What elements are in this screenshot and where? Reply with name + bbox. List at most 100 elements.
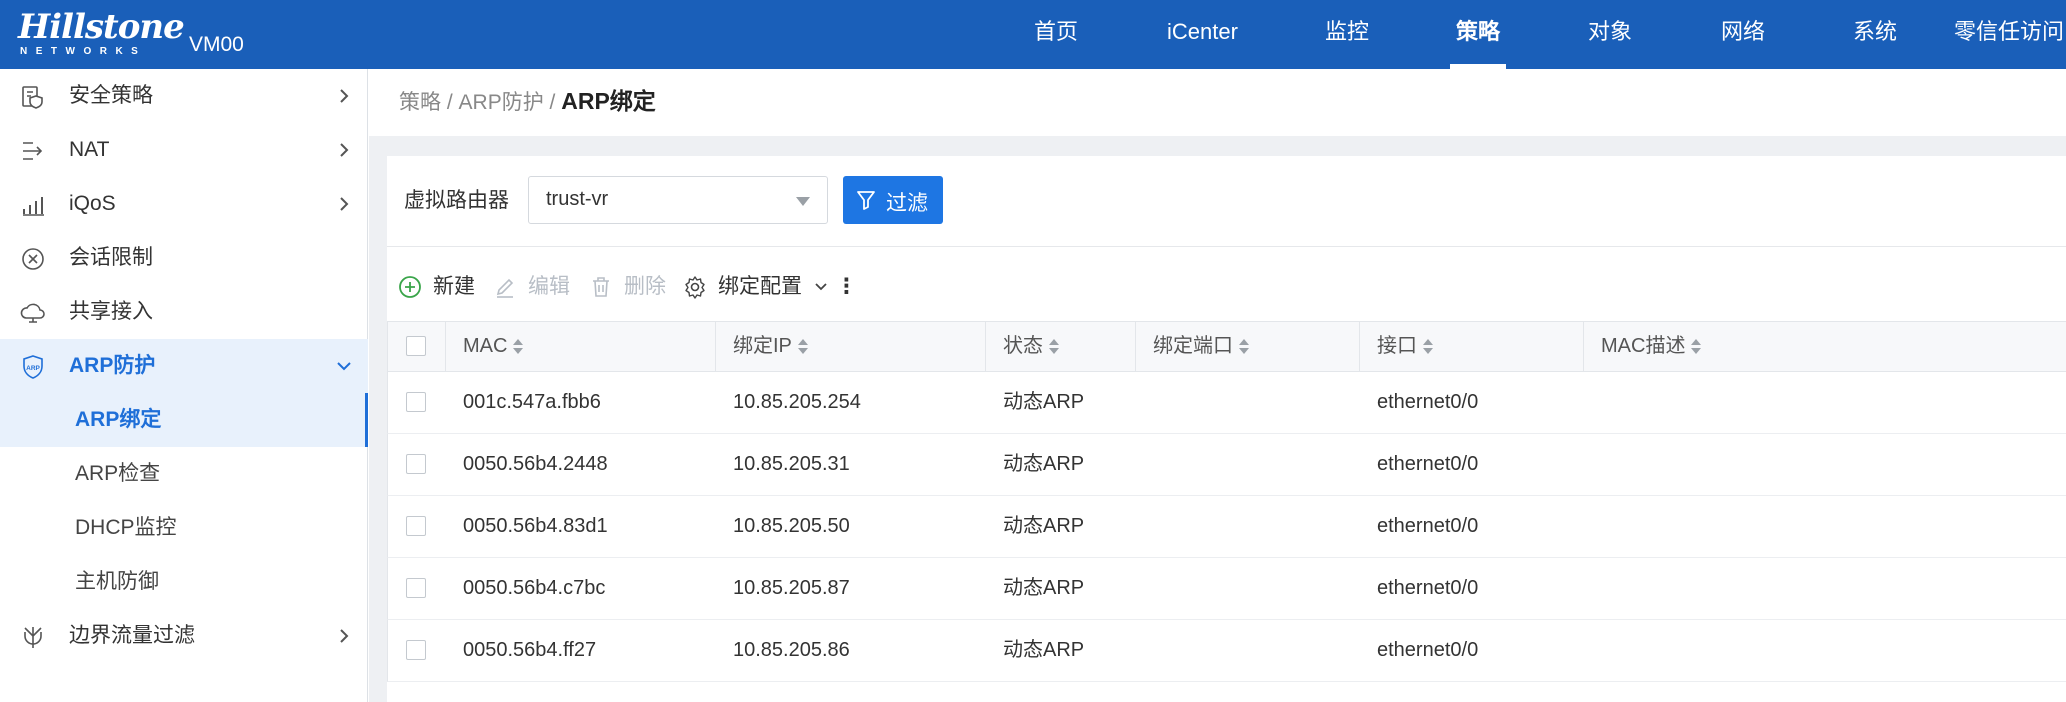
sidebar-sub-dhcp-monitor[interactable]: DHCP监控 xyxy=(0,501,368,555)
cell-status: 动态ARP xyxy=(1003,639,1085,661)
delete-button-label: 删除 xyxy=(624,275,666,298)
binding-config-dropdown[interactable]: 绑定配置 xyxy=(683,269,833,305)
sidebar-item-session-limit[interactable]: 会话限制 xyxy=(0,231,368,285)
edit-icon xyxy=(496,278,514,298)
sidebar-item-shared-access[interactable]: 共享接入 xyxy=(0,285,368,339)
delete-button[interactable]: 删除 xyxy=(589,269,669,305)
cell-interface: ethernet0/0 xyxy=(1377,391,1479,413)
cell-bound-ip: 10.85.205.50 xyxy=(733,515,850,537)
table-row[interactable]: 0050.56b4.c7bc 10.85.205.87 动态ARP ethern… xyxy=(387,558,2066,620)
new-button-label: 新建 xyxy=(433,275,475,298)
sidebar-sub-label: ARP绑定 xyxy=(75,408,162,431)
filter-button-label: 过滤 xyxy=(886,192,928,215)
row-checkbox[interactable] xyxy=(406,516,426,536)
chevron-right-icon xyxy=(340,143,349,157)
virtual-router-select[interactable]: trust-vr xyxy=(528,176,828,224)
row-checkbox[interactable] xyxy=(406,640,426,660)
table-row[interactable]: 001c.547a.fbb6 10.85.205.254 动态ARP ether… xyxy=(387,372,2066,434)
sidebar-item-label: 安全策略 xyxy=(69,84,153,107)
sidebar-item-arp-protection[interactable]: ARP ARP防护 xyxy=(0,339,368,393)
nav-network[interactable]: 网络 xyxy=(1721,0,1765,69)
security-policy-icon xyxy=(22,86,43,109)
column-header-label: 绑定端口 xyxy=(1153,335,1233,357)
cell-status: 动态ARP xyxy=(1003,515,1085,537)
gear-icon xyxy=(685,276,705,299)
column-header-mac[interactable]: MAC xyxy=(446,322,716,371)
column-header-bound-port[interactable]: 绑定端口 xyxy=(1136,322,1360,371)
cell-status: 动态ARP xyxy=(1003,453,1085,475)
nav-system[interactable]: 系统 xyxy=(1853,0,1897,69)
row-checkbox[interactable] xyxy=(406,454,426,474)
nav-home[interactable]: 首页 xyxy=(1034,0,1078,69)
cell-bound-ip: 10.85.205.86 xyxy=(733,639,850,661)
sort-icon xyxy=(797,338,808,356)
divider xyxy=(387,246,2066,247)
breadcrumb-bar: 策略 / ARP防护 / ARP绑定 xyxy=(369,69,2066,136)
nav-icenter[interactable]: iCenter xyxy=(1167,0,1238,69)
column-header-bound-ip[interactable]: 绑定IP xyxy=(716,322,986,371)
breadcrumb-policy[interactable]: 策略 xyxy=(399,91,441,114)
top-bar: Hillstone NETWORKS VM00 首页 iCenter 监控 策略… xyxy=(0,0,2066,69)
shared-access-icon xyxy=(20,303,45,323)
chevron-down-icon xyxy=(815,283,827,291)
sidebar-item-iqos[interactable]: iQoS xyxy=(0,177,368,231)
breadcrumb-arp-protection[interactable]: ARP防护 xyxy=(459,91,544,114)
trash-icon xyxy=(593,277,609,297)
table-header: MAC 绑定IP 状态 绑定端口 接口 MAC描述 xyxy=(387,321,2066,372)
nat-icon xyxy=(23,142,43,160)
content-panel: 虚拟路由器 trust-vr 过滤 新建 编辑 删除 绑定配置 ⋮ MAC 绑定… xyxy=(387,156,2066,702)
sort-icon xyxy=(1691,338,1702,356)
edit-button[interactable]: 编辑 xyxy=(493,269,573,305)
nav-object[interactable]: 对象 xyxy=(1588,0,1632,69)
sidebar-sub-arp-binding[interactable]: ARP绑定 xyxy=(0,393,368,447)
column-header-label: MAC xyxy=(463,335,508,357)
column-header-status[interactable]: 状态 xyxy=(986,322,1136,371)
column-header-label: 绑定IP xyxy=(733,335,792,357)
sidebar-item-security-policy[interactable]: 安全策略 xyxy=(0,69,368,123)
cell-interface: ethernet0/0 xyxy=(1377,639,1479,661)
sidebar-sub-host-defense[interactable]: 主机防御 xyxy=(0,555,368,609)
sidebar-item-nat[interactable]: NAT xyxy=(0,123,368,177)
brand-logo[interactable]: Hillstone NETWORKS xyxy=(18,10,185,57)
nav-monitor[interactable]: 监控 xyxy=(1325,0,1369,69)
row-checkbox[interactable] xyxy=(406,392,426,412)
logo-wordmark: Hillstone xyxy=(18,7,185,47)
cell-mac: 001c.547a.fbb6 xyxy=(463,391,601,413)
sort-icon xyxy=(1049,338,1059,356)
column-header-mac-description[interactable]: MAC描述 xyxy=(1584,322,2066,371)
sidebar-sub-arp-check[interactable]: ARP检查 xyxy=(0,447,368,501)
sidebar-item-label: 会话限制 xyxy=(69,246,153,269)
chevron-right-icon xyxy=(340,89,349,103)
select-all-checkbox[interactable] xyxy=(406,336,426,356)
sidebar-item-label: iQoS xyxy=(69,192,116,215)
sidebar-item-label: 边界流量过滤 xyxy=(69,624,195,647)
row-checkbox[interactable] xyxy=(406,578,426,598)
header-select-cell xyxy=(388,322,446,371)
sort-icon xyxy=(1239,338,1249,356)
add-circle-icon xyxy=(399,276,421,298)
main-area: 策略 / ARP防护 / ARP绑定 虚拟路由器 trust-vr 过滤 新建 … xyxy=(369,69,2066,702)
column-header-interface[interactable]: 接口 xyxy=(1360,322,1584,371)
nav-policy[interactable]: 策略 xyxy=(1456,0,1500,69)
arp-shield-icon: ARP xyxy=(23,355,43,379)
dropdown-arrow-icon xyxy=(796,197,810,206)
filter-button[interactable]: 过滤 xyxy=(843,176,943,224)
cell-status: 动态ARP xyxy=(1003,577,1085,599)
cell-mac: 0050.56b4.ff27 xyxy=(463,639,597,661)
table-row[interactable]: 0050.56b4.83d1 10.85.205.50 动态ARP ethern… xyxy=(387,496,2066,558)
more-options-button[interactable]: ⋮ xyxy=(836,269,857,305)
chevron-right-icon xyxy=(340,197,349,211)
new-button[interactable]: 新建 xyxy=(398,269,478,305)
cell-bound-ip: 10.85.205.87 xyxy=(733,577,850,599)
sidebar-item-label: ARP防护 xyxy=(69,354,156,377)
sidebar-item-border-traffic-filter[interactable]: 边界流量过滤 xyxy=(0,609,368,663)
sidebar-item-label: NAT xyxy=(69,138,110,161)
table-row[interactable]: 0050.56b4.2448 10.85.205.31 动态ARP ethern… xyxy=(387,434,2066,496)
sort-icon xyxy=(1423,338,1433,356)
sidebar-sub-label: DHCP监控 xyxy=(75,516,177,539)
nav-zero-trust[interactable]: 零信任访问 xyxy=(1954,0,2064,69)
table-row[interactable]: 0050.56b4.ff27 10.85.205.86 动态ARP ethern… xyxy=(387,620,2066,682)
chevron-down-icon xyxy=(337,362,351,371)
sort-icon xyxy=(513,338,524,356)
logo-subtitle: NETWORKS xyxy=(20,46,147,57)
